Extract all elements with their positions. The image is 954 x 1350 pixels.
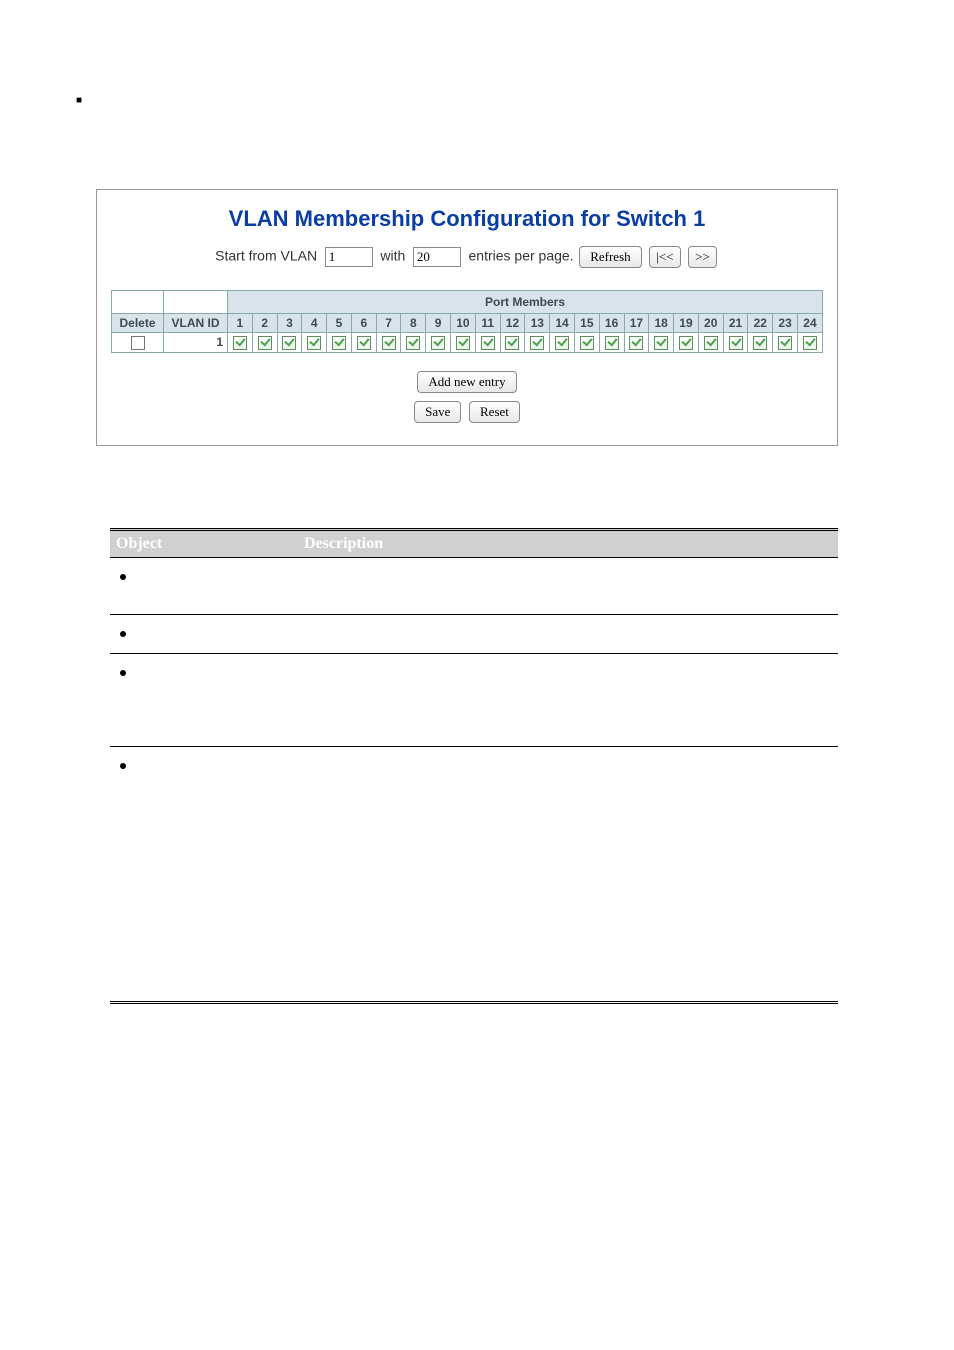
object-description: To delete a VLAN entry, check this box. …: [298, 557, 838, 614]
save-button[interactable]: Save: [414, 401, 461, 423]
port-checkbox[interactable]: [605, 336, 619, 350]
port-checkbox[interactable]: [431, 336, 445, 350]
port-checkbox[interactable]: [778, 336, 792, 350]
bullet-icon: [120, 574, 126, 580]
object-label: Delete: [136, 568, 179, 585]
port-checkbox[interactable]: [753, 336, 767, 350]
port-checkbox[interactable]: [481, 336, 495, 350]
port-checkbox[interactable]: [803, 336, 817, 350]
label-with: with: [380, 247, 405, 263]
header-port: 13: [525, 314, 550, 333]
header-port: 24: [797, 314, 822, 333]
header-port: 5: [327, 314, 352, 333]
header-port: 3: [277, 314, 302, 333]
label-start-from-vlan: Start from VLAN: [215, 247, 317, 263]
header-port: 12: [500, 314, 525, 333]
header-port: 18: [649, 314, 674, 333]
header-port: 1: [228, 314, 253, 333]
reset-button[interactable]: Reset: [469, 401, 520, 423]
port-checkbox[interactable]: [629, 336, 643, 350]
header-delete: Delete: [112, 314, 164, 333]
cell-vlan-id: 1: [164, 333, 228, 353]
input-start-vlan[interactable]: [325, 247, 373, 267]
object-label: Port Members: [136, 664, 235, 681]
desc-row: Port Members A row of check boxes for ea…: [110, 654, 838, 747]
input-entries-per-page[interactable]: [413, 247, 461, 267]
object-label: Adding a New VLAN: [136, 757, 282, 774]
add-new-entry-button[interactable]: Add new entry: [417, 371, 516, 393]
port-checkbox[interactable]: [357, 336, 371, 350]
header-port: 6: [351, 314, 376, 333]
desc-row: Adding a New VLAN Click to add a new VLA…: [110, 747, 838, 1003]
header-port: 8: [401, 314, 426, 333]
section-heading: Understand nomenclature of the Switch: [100, 90, 440, 113]
port-checkbox[interactable]: [382, 336, 396, 350]
port-checkbox[interactable]: [258, 336, 272, 350]
port-checkbox[interactable]: [282, 336, 296, 350]
object-description: A row of check boxes for each port is di…: [298, 654, 838, 747]
header-port-members: Port Members: [228, 291, 823, 314]
label-entries-per-page: entries per page.: [469, 247, 574, 263]
port-checkbox[interactable]: [654, 336, 668, 350]
header-blank-vlanid: [164, 291, 228, 314]
section-heading-row: ■ Understand nomenclature of the Switch: [76, 90, 884, 113]
header-port: 7: [376, 314, 401, 333]
object-label: VLAN ID: [136, 625, 203, 642]
header-port: 20: [698, 314, 723, 333]
header-object: Object: [110, 529, 298, 557]
header-port: 23: [773, 314, 798, 333]
header-port: 10: [451, 314, 476, 333]
port-checkbox[interactable]: [233, 336, 247, 350]
header-port: 16: [599, 314, 624, 333]
header-port: 2: [252, 314, 277, 333]
bullet-icon: [120, 631, 126, 637]
port-checkbox[interactable]: [679, 336, 693, 350]
header-port: 11: [475, 314, 500, 333]
port-checkbox[interactable]: [580, 336, 594, 350]
header-port: 14: [550, 314, 575, 333]
section-intro: Each page shows up to 99 entries from th…: [70, 123, 884, 171]
bullet-icon: [120, 670, 126, 676]
screenshot-title: VLAN Membership Configuration for Switch…: [97, 206, 837, 232]
port-checkbox[interactable]: [729, 336, 743, 350]
description-table: Object Description Delete To delete a VL…: [110, 528, 838, 1004]
header-port: 21: [723, 314, 748, 333]
page-first-button[interactable]: |<<: [649, 246, 680, 268]
header-blank-delete: [112, 291, 164, 314]
bullet-icon: [120, 763, 126, 769]
figure-caption: Figure 4-6-1 VLAN Membership Configurati…: [70, 470, 884, 488]
header-port: 15: [574, 314, 599, 333]
bullet: ■: [76, 90, 82, 112]
cell-delete: [112, 333, 164, 353]
delete-checkbox[interactable]: [131, 336, 145, 350]
page-next-button[interactable]: >>: [688, 246, 717, 268]
port-checkbox[interactable]: [307, 336, 321, 350]
header-vlan-id: VLAN ID: [164, 314, 228, 333]
refresh-button[interactable]: Refresh: [579, 246, 641, 268]
desc-row: Delete To delete a VLAN entry, check thi…: [110, 557, 838, 614]
header-port: 17: [624, 314, 649, 333]
header-port: 19: [674, 314, 699, 333]
controls-bar: Start from VLAN with entries per page. R…: [97, 246, 837, 268]
object-description: Click to add a new VLAN ID. An empty row…: [298, 747, 838, 1003]
vlan-table: Port Members Delete VLAN ID 1 2 3 4 5 6 …: [111, 290, 823, 353]
header-description: Description: [298, 529, 838, 557]
port-checkbox[interactable]: [332, 336, 346, 350]
port-checkbox[interactable]: [505, 336, 519, 350]
page-includes-label: The page includes the following fields:: [96, 500, 884, 518]
table-row: 1: [112, 333, 823, 353]
port-checkbox[interactable]: [530, 336, 544, 350]
desc-row: VLAN ID Indicates the ID of this particu…: [110, 614, 838, 653]
port-checkbox[interactable]: [456, 336, 470, 350]
port-checkbox[interactable]: [406, 336, 420, 350]
port-checkbox[interactable]: [704, 336, 718, 350]
header-port: 9: [426, 314, 451, 333]
object-description: Indicates the ID of this particular VLAN…: [298, 614, 838, 653]
screenshot-panel: VLAN Membership Configuration for Switch…: [96, 189, 838, 446]
header-port: 4: [302, 314, 327, 333]
header-port: 22: [748, 314, 773, 333]
port-checkbox[interactable]: [555, 336, 569, 350]
